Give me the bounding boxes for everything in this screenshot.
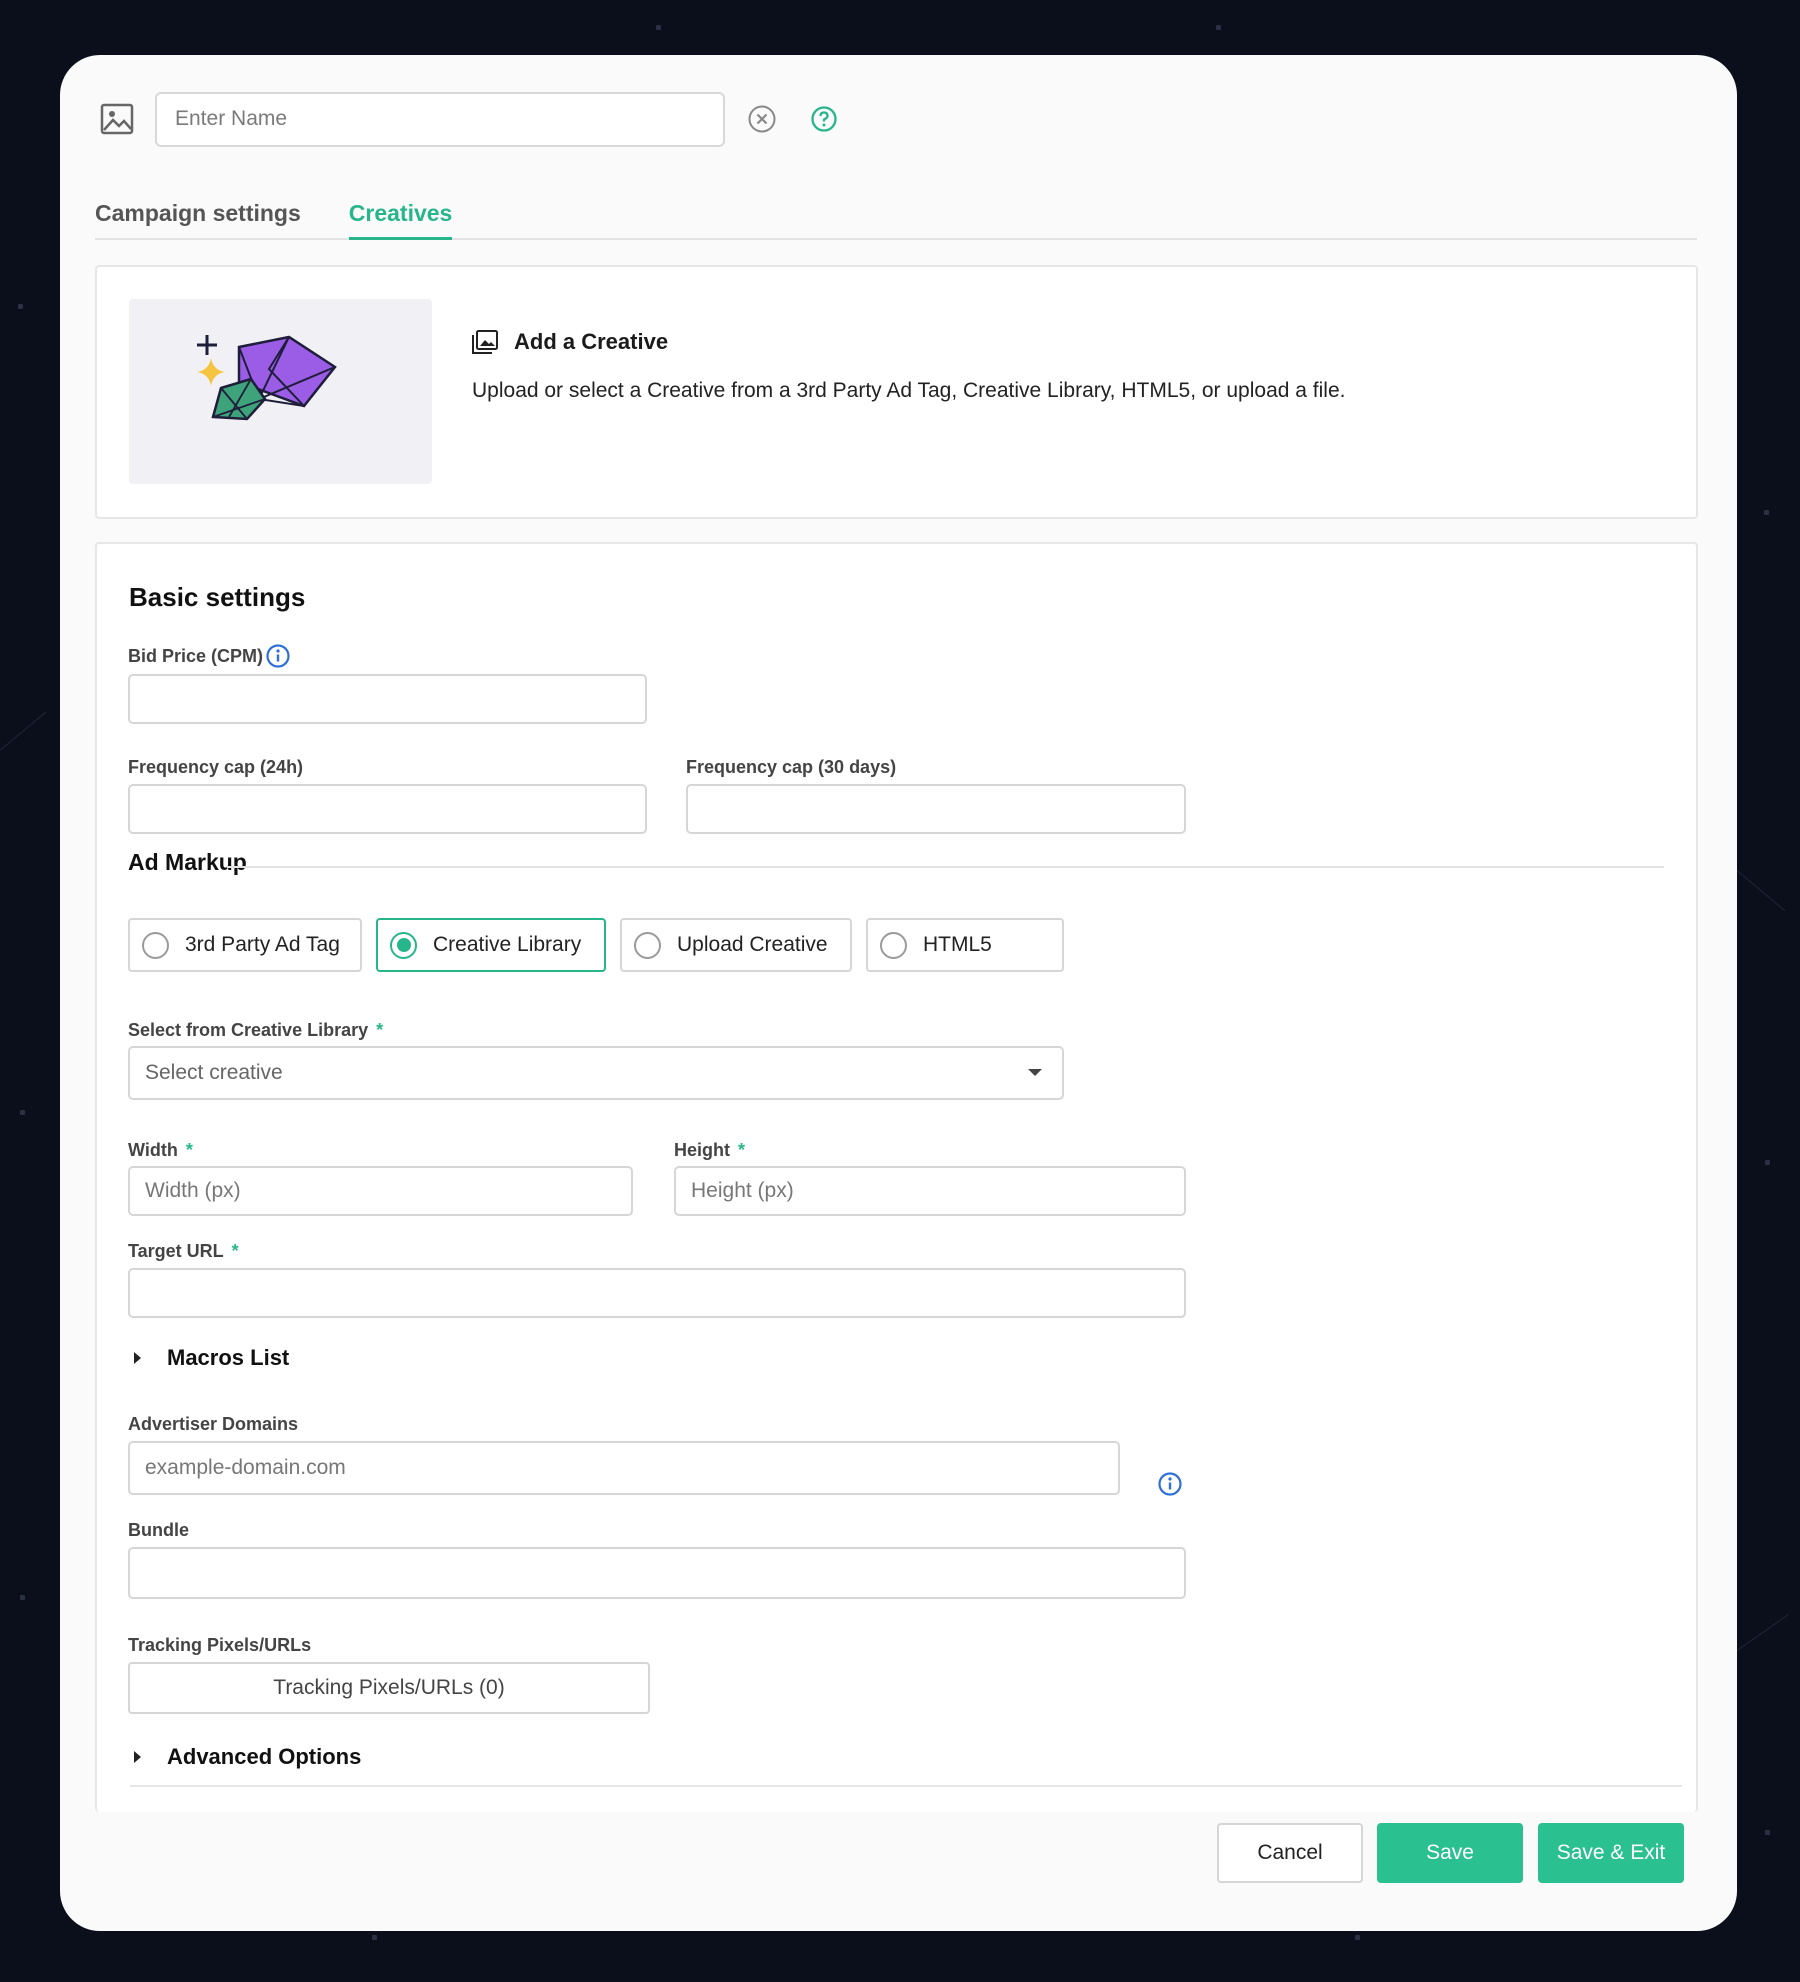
gems-illustration: [197, 335, 337, 421]
ad-markup-divider: [227, 866, 1664, 868]
height-label: Height *: [674, 1140, 745, 1161]
creative-illustration: [129, 299, 432, 484]
width-input[interactable]: Width (px): [128, 1166, 633, 1216]
background-line: [1736, 1613, 1789, 1651]
save-button[interactable]: Save: [1377, 1823, 1523, 1883]
background-dot: [1765, 1160, 1770, 1165]
tab-bar: Campaign settings Creatives: [95, 192, 1697, 240]
radio-html5[interactable]: HTML5: [866, 918, 1064, 972]
radio-circle-selected: [390, 931, 417, 959]
advertiser-domains-info-icon[interactable]: [1157, 1471, 1183, 1497]
advertiser-domains-input[interactable]: example-domain.com: [128, 1441, 1120, 1495]
radio-3rd-party-ad-tag[interactable]: 3rd Party Ad Tag: [128, 918, 362, 972]
creative-select-dropdown[interactable]: Select creative: [128, 1046, 1064, 1100]
tracking-pixels-label: Tracking Pixels/URLs: [128, 1635, 312, 1655]
target-url-input[interactable]: [128, 1268, 1186, 1318]
background-line: [1736, 870, 1786, 912]
footer-divider: [130, 1785, 1682, 1787]
frequency-cap-24h-label: Frequency cap (24h): [128, 757, 304, 777]
bundle-label: Bundle: [128, 1520, 189, 1540]
required-mark: *: [376, 1020, 384, 1040]
radio-circle: [142, 931, 169, 959]
advertiser-domains-placeholder: example-domain.com: [145, 1456, 346, 1479]
macros-list-label: Macros List: [167, 1345, 290, 1370]
add-creative-heading: Add a Creative: [472, 329, 668, 355]
caret-right-icon: [134, 1751, 141, 1763]
background-dot: [20, 1110, 25, 1115]
height-placeholder: Height (px): [691, 1179, 794, 1202]
advanced-options-toggle[interactable]: Advanced Options: [134, 1744, 361, 1770]
help-icon[interactable]: [810, 105, 838, 133]
radio-circle: [634, 931, 661, 959]
background-dot: [1216, 25, 1221, 30]
radio-creative-library[interactable]: Creative Library: [376, 918, 606, 972]
basic-settings-card: Basic settings Bid Price (CPM) Frequency…: [95, 542, 1698, 1812]
background-line: [0, 711, 47, 751]
bid-price-label: Bid Price (CPM): [128, 646, 264, 666]
radio-label: HTML5: [923, 933, 992, 956]
radio-upload-creative[interactable]: Upload Creative: [620, 918, 852, 972]
tab-creatives[interactable]: Creatives: [348, 192, 453, 240]
creative-modal: Campaign settings Creatives Add a Creati…: [60, 55, 1737, 1931]
ad-markup-title: Ad Markup: [128, 849, 247, 875]
width-placeholder: Width (px): [145, 1179, 241, 1202]
target-url-label-text: Target URL: [128, 1241, 224, 1261]
add-creative-description: Upload or select a Creative from a 3rd P…: [472, 379, 1346, 402]
frequency-cap-30d-label: Frequency cap (30 days): [686, 757, 897, 777]
creative-select-value: Select creative: [145, 1061, 283, 1084]
background-dot: [656, 25, 661, 30]
select-library-label-text: Select from Creative Library: [128, 1020, 369, 1040]
tab-campaign-settings[interactable]: Campaign settings: [95, 192, 301, 240]
bid-price-info-icon[interactable]: [265, 643, 291, 669]
clear-icon[interactable]: [747, 104, 777, 134]
radio-label: 3rd Party Ad Tag: [185, 933, 340, 956]
image-icon: [100, 103, 134, 135]
background-dot: [18, 304, 23, 309]
add-creative-card: Add a Creative Upload or select a Creati…: [95, 265, 1698, 519]
select-library-label: Select from Creative Library *: [128, 1020, 383, 1041]
gallery-icon: [472, 330, 498, 354]
radio-label: Upload Creative: [677, 933, 828, 956]
tracking-pixels-button[interactable]: Tracking Pixels/URLs (0): [128, 1662, 650, 1714]
tracking-pixels-button-label: Tracking Pixels/URLs (0): [273, 1676, 505, 1699]
bid-price-input[interactable]: [128, 674, 647, 724]
advertiser-domains-label: Advertiser Domains: [128, 1414, 299, 1434]
required-mark: *: [738, 1140, 746, 1160]
background-dot: [1355, 1935, 1360, 1940]
background-dot: [1765, 1830, 1770, 1835]
bundle-input[interactable]: [128, 1547, 1186, 1599]
chevron-down-icon: [1028, 1069, 1042, 1076]
cancel-button[interactable]: Cancel: [1217, 1823, 1363, 1883]
required-mark: *: [185, 1140, 193, 1160]
background-dot: [20, 1595, 25, 1600]
width-label: Width *: [128, 1140, 193, 1161]
width-label-text: Width: [128, 1140, 178, 1160]
target-url-label: Target URL *: [128, 1241, 239, 1262]
basic-settings-title: Basic settings: [129, 582, 306, 612]
background-dot: [1764, 510, 1769, 515]
frequency-cap-24h-input[interactable]: [128, 784, 647, 834]
required-mark: *: [231, 1241, 239, 1261]
advanced-options-label: Advanced Options: [167, 1744, 362, 1769]
background-dot: [372, 1935, 377, 1940]
caret-right-icon: [134, 1352, 141, 1364]
name-input[interactable]: [155, 91, 725, 147]
frequency-cap-30d-input[interactable]: [686, 784, 1186, 834]
add-creative-title: Add a Creative: [514, 329, 669, 354]
radio-circle: [880, 931, 907, 959]
height-label-text: Height: [674, 1140, 730, 1160]
save-exit-button[interactable]: Save & Exit: [1538, 1823, 1684, 1883]
name-row: [100, 91, 838, 147]
macros-list-toggle[interactable]: Macros List: [134, 1345, 289, 1371]
height-input[interactable]: Height (px): [674, 1166, 1186, 1216]
radio-label: Creative Library: [433, 933, 582, 956]
